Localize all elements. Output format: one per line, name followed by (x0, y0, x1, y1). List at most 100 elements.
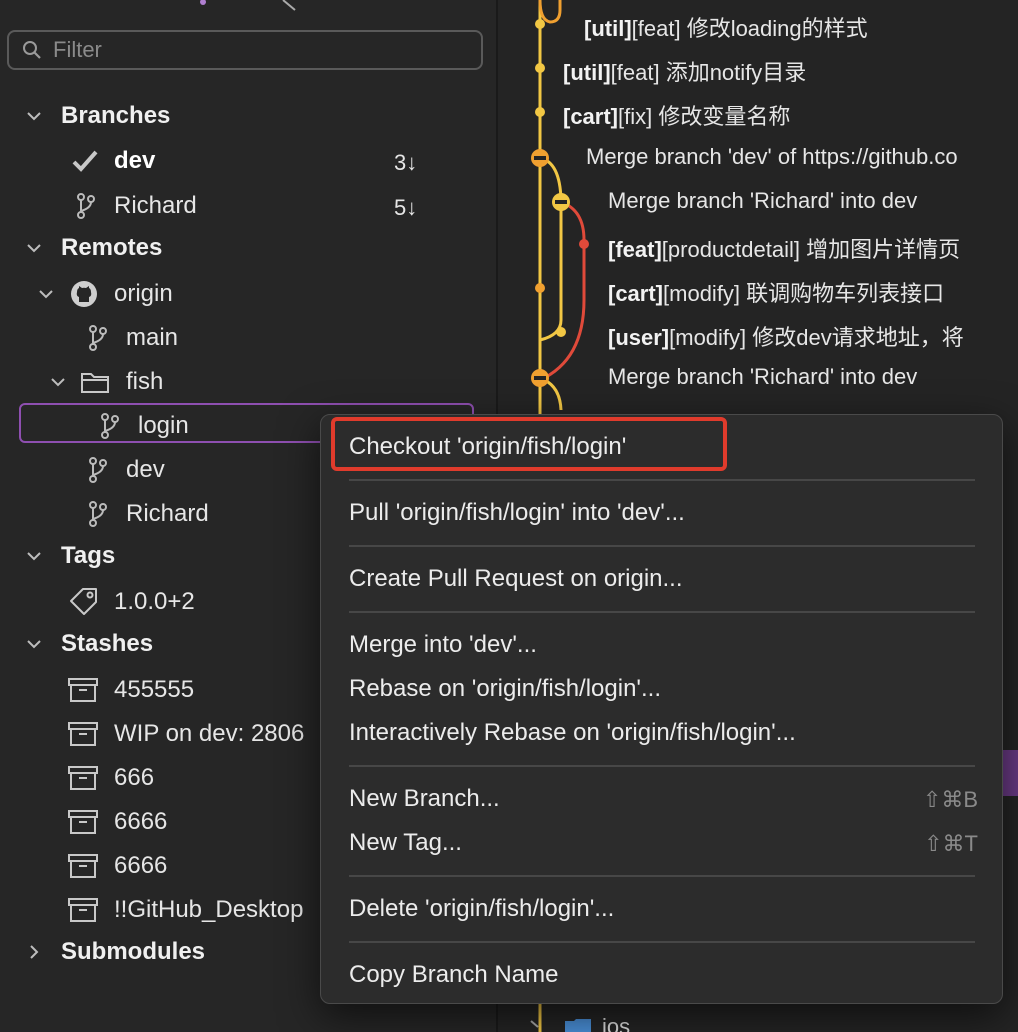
folder-icon (565, 1019, 591, 1032)
stash-item[interactable]: 666 (68, 758, 154, 798)
chevron-down-icon (27, 640, 41, 649)
remote-folder-fish[interactable]: fish (48, 362, 163, 402)
behind-count: 5↓ (394, 195, 418, 220)
stash-item[interactable]: 6666 (68, 846, 167, 886)
checkmark-icon (72, 150, 98, 172)
chevron-right-icon (530, 1020, 539, 1028)
folder-label: fish (126, 368, 164, 395)
section-submodules[interactable]: Submodules (24, 932, 205, 972)
stash-label: 666 (114, 764, 155, 791)
menu-item-new-branch[interactable]: New Branch... (349, 785, 500, 813)
remote-origin[interactable]: origin (36, 274, 173, 314)
branch-icon (89, 457, 107, 483)
chevron-down-icon (39, 290, 53, 299)
stash-label: 455555 (114, 676, 195, 703)
commit-message: [fix] 修改变量名称 (618, 104, 791, 129)
menu-separator (349, 875, 975, 877)
commit-scope: [feat] (608, 237, 662, 262)
menu-item-new-tag[interactable]: New Tag... (349, 829, 462, 857)
menu-item-interactive-rebase[interactable]: Interactively Rebase on 'origin/fish/log… (349, 719, 796, 747)
commit-row[interactable]: Merge branch 'Richard' into dev (608, 188, 917, 214)
branch-icon (89, 501, 107, 527)
section-label: Branches (61, 102, 171, 129)
section-label: Tags (61, 542, 116, 569)
menu-item-copy-branch-name[interactable]: Copy Branch Name (349, 961, 558, 989)
menu-item-create-pull-request[interactable]: Create Pull Request on origin... (349, 565, 683, 593)
commit-row[interactable]: [user][modify] 修改dev请求地址，将 (608, 320, 964, 352)
folder-label: ios (602, 1014, 631, 1032)
menu-separator (349, 765, 975, 767)
section-stashes[interactable]: Stashes (24, 624, 153, 664)
commit-message: [feat] 添加notify目录 (610, 60, 807, 85)
branch-label: login (138, 412, 189, 439)
remote-label: origin (114, 280, 173, 307)
commit-row[interactable]: [feat][productdetail] 增加图片详情页 (608, 232, 960, 264)
filter-field[interactable] (7, 30, 483, 70)
branch-item-dev[interactable]: dev (72, 141, 155, 181)
branch-item-richard[interactable]: Richard (76, 186, 197, 226)
menu-item-rebase[interactable]: Rebase on 'origin/fish/login'... (349, 675, 661, 703)
github-icon (71, 281, 97, 307)
commit-message: [modify] 联调购物车列表接口 (663, 281, 945, 306)
menu-separator (349, 545, 975, 547)
commit-scope: [util] (584, 16, 632, 41)
commit-scope: [cart] (608, 281, 664, 306)
remote-branch-dev[interactable]: dev (88, 450, 165, 490)
commit-message: [productdetail] 增加图片详情页 (661, 237, 961, 262)
stash-item[interactable]: !!GitHub_Desktop (68, 890, 303, 930)
branch-label: dev (114, 147, 156, 174)
archive-box-icon (68, 722, 98, 746)
commit-row[interactable]: Merge branch 'Richard' into dev (608, 364, 917, 390)
tag-item[interactable]: 1.0.0+2 (68, 582, 195, 622)
archive-box-icon (68, 810, 98, 834)
stash-item[interactable]: WIP on dev: 2806 (68, 714, 304, 754)
remote-branch-richard[interactable]: Richard (88, 494, 209, 534)
commit-row[interactable]: [util][feat] 添加notify目录 (563, 55, 806, 87)
folder-icon (81, 373, 109, 393)
chevron-down-icon (51, 378, 65, 387)
chevron-down-icon (27, 112, 41, 121)
commit-row[interactable]: [util][feat] 修改loading的样式 (584, 11, 868, 43)
archive-box-icon (68, 854, 98, 878)
commit-scope: [util] (563, 60, 611, 85)
section-remotes[interactable]: Remotes (24, 228, 162, 268)
section-label: Stashes (61, 630, 154, 657)
menu-separator (349, 611, 975, 613)
section-tags[interactable]: Tags (24, 536, 115, 576)
commit-message: Merge branch 'dev' of https://github.co (586, 144, 958, 169)
context-menu: Checkout 'origin/fish/login' Pull 'origi… (320, 414, 1003, 1004)
stash-item[interactable]: 455555 (68, 670, 194, 710)
commit-row[interactable]: [cart][modify] 联调购物车列表接口 (608, 276, 944, 308)
stash-item[interactable]: 6666 (68, 802, 167, 842)
remote-branch-login[interactable]: login (100, 406, 189, 446)
chevron-down-icon (27, 552, 41, 561)
menu-item-checkout[interactable]: Checkout 'origin/fish/login' (349, 433, 626, 461)
menu-item-merge[interactable]: Merge into 'dev'... (349, 631, 537, 659)
remote-branch-main[interactable]: main (88, 318, 178, 358)
search-icon (23, 41, 41, 59)
menu-item-delete[interactable]: Delete 'origin/fish/login'... (349, 895, 614, 923)
branch-label: dev (126, 456, 165, 483)
branch-label: main (126, 324, 179, 351)
branch-label: Richard (114, 192, 197, 219)
shortcut-new-branch: ⇧⌘B (922, 787, 978, 812)
tag-label: 1.0.0+2 (114, 588, 195, 615)
section-label: Remotes (61, 234, 163, 261)
commit-row[interactable]: [cart][fix] 修改变量名称 (563, 99, 790, 131)
menu-separator (349, 941, 975, 943)
commit-message: Merge branch 'Richard' into dev (608, 364, 918, 389)
commit-scope: [cart] (563, 104, 619, 129)
menu-item-pull[interactable]: Pull 'origin/fish/login' into 'dev'... (349, 499, 685, 527)
commit-row[interactable]: Merge branch 'dev' of https://github.co (586, 144, 958, 170)
stash-label: !!GitHub_Desktop (114, 896, 304, 923)
commit-message: [feat] 修改loading的样式 (631, 16, 868, 41)
archive-box-icon (68, 678, 98, 702)
tag-icon (70, 588, 97, 615)
filter-input[interactable] (51, 36, 455, 64)
section-label: Submodules (61, 938, 206, 965)
section-branches[interactable]: Branches (24, 96, 170, 136)
chevron-down-icon (27, 244, 41, 253)
commit-message: [modify] 修改dev请求地址，将 (669, 325, 964, 350)
chevron-right-icon (30, 945, 39, 959)
archive-box-icon (68, 766, 98, 790)
